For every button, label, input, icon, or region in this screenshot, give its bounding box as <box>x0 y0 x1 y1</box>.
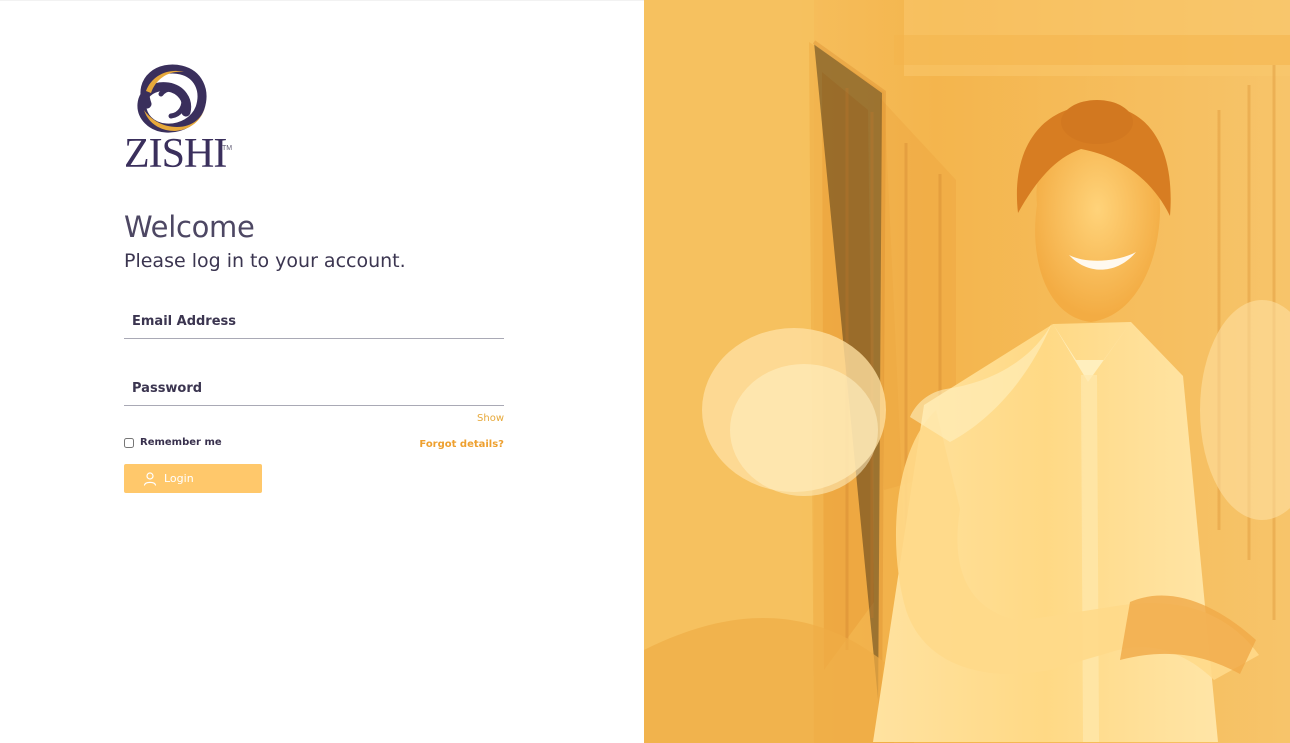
show-password-link[interactable]: Show <box>477 413 504 424</box>
brand-trademark: TM <box>222 145 233 152</box>
forgot-details-link[interactable]: Forgot details? <box>419 439 504 450</box>
password-field-container <box>124 372 504 406</box>
email-field-container <box>124 305 504 339</box>
remember-me-control[interactable]: Remember me <box>124 437 222 448</box>
login-panel: ZISHI TM Welcome Please log in to your a… <box>0 0 644 743</box>
office-portrait-image <box>644 0 1290 743</box>
login-button-label: Login <box>164 472 194 485</box>
brand-name: ZISHI <box>124 131 227 177</box>
remember-me-label: Remember me <box>140 437 222 448</box>
login-page: ZISHI TM Welcome Please log in to your a… <box>0 0 1290 743</box>
user-icon <box>143 471 157 486</box>
welcome-heading: Welcome <box>124 210 255 244</box>
login-subtitle: Please log in to your account. <box>124 250 406 272</box>
logo-mark <box>137 64 207 133</box>
hero-image <box>644 0 1290 743</box>
password-field[interactable] <box>124 372 504 405</box>
brand-logo: ZISHI TM <box>124 63 244 183</box>
remember-me-checkbox[interactable] <box>124 437 134 448</box>
login-button[interactable]: Login <box>124 464 262 493</box>
email-field[interactable] <box>124 305 504 338</box>
